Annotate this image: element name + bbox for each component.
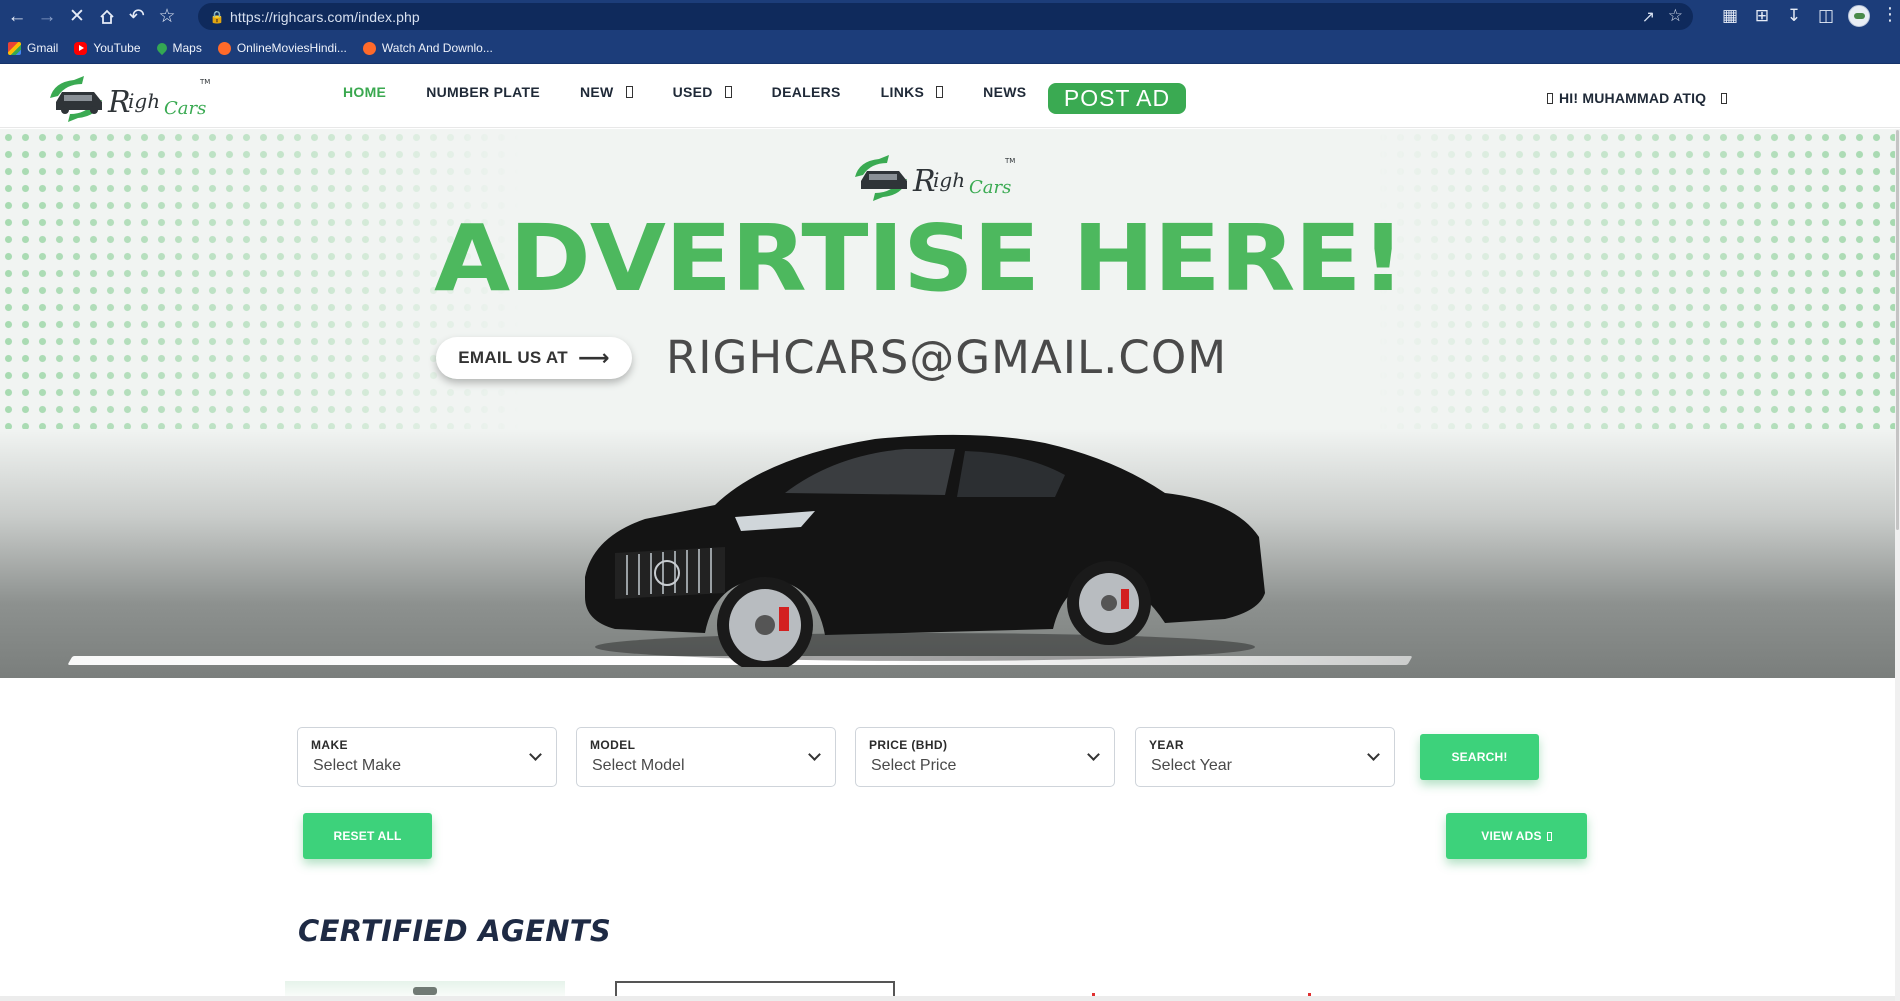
back-arrow-icon[interactable]: ←	[2, 2, 32, 32]
dropdown-caret-icon	[1721, 92, 1728, 104]
svg-text:TM: TM	[199, 78, 210, 86]
forward-arrow-icon[interactable]: →	[32, 2, 62, 32]
profile-avatar[interactable]	[1848, 5, 1870, 27]
certified-agents-heading: CERTIFIED AGENTS	[298, 914, 612, 948]
nav-label: USED	[672, 84, 713, 100]
dropdown-caret-icon	[936, 86, 944, 98]
nav-label: HOME	[343, 84, 387, 100]
gmail-icon	[8, 41, 21, 55]
bookmark-youtube[interactable]: YouTube	[74, 41, 141, 55]
main-nav: HOME NUMBER PLATE NEW USED DEALERS LINKS…	[343, 84, 1066, 100]
bookmark-label: YouTube	[93, 41, 141, 55]
extensions-grid-icon[interactable]: ▦	[1720, 6, 1740, 26]
star-outline-icon[interactable]: ☆	[152, 2, 182, 32]
nav-used[interactable]: USED	[673, 84, 732, 100]
bookmark-watch-and-download[interactable]: Watch And Downlo...	[362, 41, 493, 55]
bookmark-label: Watch And Downlo...	[381, 41, 493, 55]
price-label: PRICE (BHD)	[869, 738, 948, 752]
make-value: Select Make	[313, 757, 402, 774]
nav-links[interactable]: LINKS	[881, 84, 944, 100]
undo-icon[interactable]: ↶	[122, 2, 152, 32]
chevron-down-icon	[808, 748, 821, 761]
svg-text:igh: igh	[933, 168, 965, 192]
view-ads-button[interactable]: VIEW ADS	[1446, 813, 1587, 859]
year-select[interactable]: YEAR Select Year	[1135, 727, 1395, 787]
youtube-icon	[74, 41, 88, 55]
address-bar[interactable]: 🔒 https://righcars.com/index.php ↗ ☆	[198, 3, 1693, 30]
nav-home[interactable]: HOME	[343, 84, 386, 100]
svg-text:Cars: Cars	[164, 98, 206, 119]
crop-icon[interactable]: ⊞	[1752, 6, 1772, 26]
sports-car-image	[585, 434, 1265, 667]
scrollbar-thumb[interactable]	[1896, 130, 1899, 530]
year-label: YEAR	[1149, 738, 1184, 752]
price-value: Select Price	[871, 757, 957, 774]
user-menu[interactable]: HI! MUHAMMAD ATIQ	[1547, 90, 1728, 106]
arrow-icon	[1546, 831, 1552, 841]
model-select[interactable]: MODEL Select Model	[576, 727, 836, 787]
home-icon[interactable]	[92, 2, 122, 32]
hero-banner[interactable]: R igh Cars TM ADVERTISE HERE! EMAIL US A…	[0, 129, 1895, 678]
svg-text:TM: TM	[1004, 157, 1015, 165]
bookmark-maps[interactable]: Maps	[154, 40, 202, 56]
search-button[interactable]: SEARCH!	[1420, 734, 1539, 780]
site-favicon-icon	[217, 41, 231, 55]
browser-toolbar: ← → ✕ ↶ ☆ 🔒 https://righcars.com/index.p…	[0, 0, 1900, 33]
horizontal-scrollbar[interactable]	[0, 996, 1895, 1001]
price-select[interactable]: PRICE (BHD) Select Price	[855, 727, 1115, 787]
make-select[interactable]: MAKE Select Make	[297, 727, 557, 787]
nav-number-plate[interactable]: NUMBER PLATE	[426, 84, 540, 100]
righcars-logo[interactable]: R igh Cars TM	[44, 72, 214, 122]
chevron-down-icon	[1087, 748, 1100, 761]
maps-pin-icon	[154, 40, 169, 56]
bookmark-label: Gmail	[27, 41, 59, 55]
nav-label: NEW	[580, 84, 614, 100]
share-icon[interactable]: ↗	[1642, 7, 1655, 27]
reset-all-button[interactable]: RESET ALL	[303, 813, 432, 859]
make-label: MAKE	[311, 738, 348, 752]
nav-news[interactable]: NEWS	[983, 84, 1026, 100]
side-panel-icon[interactable]: ◫	[1816, 6, 1836, 26]
svg-text:igh: igh	[128, 89, 160, 113]
year-value: Select Year	[1151, 757, 1232, 774]
site-favicon-icon	[362, 41, 376, 55]
chevron-down-icon	[529, 748, 542, 761]
bookmarks-bar: Gmail YouTube Maps OnlineMoviesHindi... …	[0, 33, 1900, 64]
nav-label: DEALERS	[771, 84, 841, 100]
svg-text:Cars: Cars	[969, 177, 1011, 198]
righcars-logo: R igh Cars TM	[855, 155, 1015, 201]
view-ads-label: VIEW ADS	[1481, 829, 1542, 843]
nav-label: NUMBER PLATE	[426, 84, 540, 100]
nav-new[interactable]: NEW	[580, 84, 633, 100]
bookmark-online-movies[interactable]: OnlineMoviesHindi...	[217, 41, 347, 55]
dropdown-caret-icon	[724, 86, 732, 98]
dropdown-caret-icon	[625, 86, 633, 98]
download-icon[interactable]: ↧	[1784, 6, 1804, 26]
user-icon	[1547, 92, 1553, 104]
bookmark-label: OnlineMoviesHindi...	[236, 41, 347, 55]
user-greeting: HI! MUHAMMAD ATIQ	[1559, 90, 1707, 106]
model-value: Select Model	[592, 757, 685, 774]
url-text[interactable]: https://righcars.com/index.php	[230, 9, 420, 25]
stop-loading-icon[interactable]: ✕	[62, 2, 92, 32]
site-header: R igh Cars TM HOME NUMBER PLATE NEW USED…	[0, 64, 1900, 128]
nav-label: LINKS	[880, 84, 925, 100]
bookmark-star-icon[interactable]: ☆	[1668, 6, 1683, 26]
arrow-right-icon: ⟶	[577, 345, 610, 370]
kebab-menu-icon[interactable]: ⋮	[1881, 4, 1899, 25]
email-us-pill: EMAIL US AT ⟶	[436, 337, 632, 379]
nav-dealers[interactable]: DEALERS	[772, 84, 841, 100]
lock-icon: 🔒	[209, 9, 225, 24]
bookmark-label: Maps	[172, 41, 202, 55]
nav-label: NEWS	[983, 84, 1027, 100]
email-pill-label: EMAIL US AT	[458, 348, 568, 367]
bookmark-gmail[interactable]: Gmail	[8, 41, 58, 55]
hero-email: RIGHCARS@GMAIL.COM	[666, 331, 1228, 384]
model-label: MODEL	[590, 738, 636, 752]
hero-headline: ADVERTISE HERE!	[434, 205, 1405, 312]
chevron-down-icon	[1367, 748, 1380, 761]
post-ad-button[interactable]: POST AD	[1048, 83, 1186, 114]
